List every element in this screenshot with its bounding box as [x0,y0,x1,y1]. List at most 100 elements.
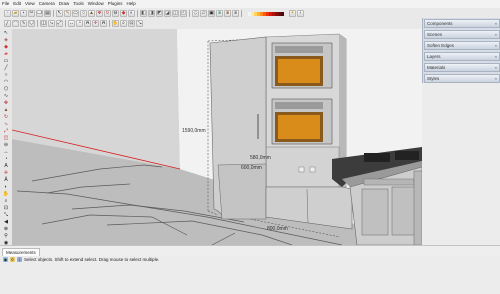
line-icon[interactable]: ╱ [4,20,11,27]
arc-icon[interactable]: ◠ [12,20,19,27]
tray-styles[interactable]: Styles « [424,74,500,83]
paint-bucket-icon[interactable]: ◆ [120,10,127,17]
tape-measure-icon[interactable]: ⊖ [2,142,11,148]
info-icon[interactable]: i [17,257,22,262]
protractor-icon[interactable]: ◔ [76,20,83,27]
menu-help[interactable]: Help [125,0,138,8]
pan-icon[interactable]: ✋ [112,20,119,27]
zoom-icon[interactable]: ⌕ [120,20,127,27]
orbit-icon[interactable]: ◐ [128,10,135,17]
arrow-cursor-icon[interactable]: ↖ [56,10,63,17]
scale-icon[interactable]: ⤢ [56,20,63,27]
push-pull-icon[interactable]: ▲ [2,107,11,113]
zoom-extents-icon[interactable]: ⤡ [2,212,11,218]
save-icon[interactable]: ▪ [20,10,27,17]
menu-file[interactable]: File [0,0,11,8]
tray-scenes[interactable]: Scenes « [424,30,500,39]
tray-label: Soften Edges [427,43,455,48]
3d-text-icon[interactable]: Ā [2,177,11,183]
move-icon[interactable]: ✥ [2,100,11,106]
circle-icon[interactable]: ○ [2,72,11,78]
menu-tools[interactable]: Tools [71,0,86,8]
dimension-icon[interactable]: ↔ [68,20,75,27]
shaded-icon[interactable]: ■ [216,10,223,17]
zoom-window-icon[interactable]: ⊡ [2,205,11,211]
shadow-time-slider[interactable] [248,11,284,16]
wireframe-icon[interactable]: ▱ [200,10,207,17]
xray-icon[interactable]: ◇ [192,10,199,17]
open-folder-icon[interactable]: ▰ [12,10,19,17]
cut-icon[interactable]: ✂ [28,10,35,17]
rectangle-icon[interactable]: ▭ [72,10,79,17]
top-view-icon[interactable]: ◨ [148,10,155,17]
left-view-icon[interactable]: ◰ [180,10,187,17]
offset-icon[interactable]: ◫ [40,20,47,27]
freehand-icon[interactable]: ∿ [20,20,27,27]
credits-icon[interactable]: © [10,257,15,262]
freehand-icon[interactable]: ∿ [2,93,11,99]
arrow-cursor-icon[interactable]: ↖ [2,30,11,36]
zoom-icon[interactable]: ⌕ [2,198,11,204]
front-view-icon[interactable]: ◩ [156,10,163,17]
push-pull-icon[interactable]: ▲ [88,10,95,17]
rotate-icon[interactable]: ↻ [104,10,111,17]
textured-icon[interactable]: ■ [224,10,231,17]
right-view-icon[interactable]: ◪ [164,10,171,17]
follow-me-icon[interactable]: ⤷ [48,20,55,27]
scale-icon[interactable]: ⤢ [2,128,11,134]
axes-icon[interactable]: ✛ [92,20,99,27]
circle-icon[interactable]: ○ [80,10,87,17]
3d-text-icon[interactable]: Ā [100,20,107,27]
tray-soften-edges[interactable]: Soften Edges « [424,41,500,50]
tray-materials[interactable]: Materials « [424,63,500,72]
paste-icon[interactable]: ▤ [44,10,51,17]
paint-bucket-icon[interactable]: ◆ [2,44,11,50]
menu-camera[interactable]: Camera [37,0,57,8]
menu-edit[interactable]: Edit [11,0,23,8]
polygon-icon[interactable]: ⬡ [28,20,35,27]
back-view-icon[interactable]: ◫ [172,10,179,17]
hidden-line-icon[interactable]: ▣ [208,10,215,17]
text-icon[interactable]: A [2,163,11,169]
text-icon[interactable]: A [84,20,91,27]
pencil-icon[interactable]: ✎ [64,10,71,17]
tape-measure-icon[interactable]: ⊖ [112,10,119,17]
line-icon[interactable]: ╱ [2,65,11,71]
zoom-extents-icon[interactable]: ⤡ [136,20,143,27]
pan-icon[interactable]: ✋ [2,191,11,197]
position-camera-icon[interactable]: ⊕ [2,226,11,232]
follow-me-icon[interactable]: ⤷ [2,121,11,127]
offset-icon[interactable]: ◫ [2,135,11,141]
orbit-icon[interactable]: ◐ [2,184,11,190]
menu-draw[interactable]: Draw [57,0,72,8]
component-icon[interactable]: ◈ [2,37,11,43]
previous-view-icon[interactable]: ◀ [2,219,11,225]
eraser-icon[interactable]: ▰ [2,51,11,57]
toolbar-row-2: ╱ ◠ ∿ ⬡ ◫ ⤷ ⤢ ↔ ◔ A ✛ Ā ✋ ⌕ ⊡ ⤡ [4,19,143,28]
polygon-icon[interactable]: ⬡ [2,86,11,92]
menu-plugins[interactable]: Plugins [106,0,125,8]
move-icon[interactable]: ✥ [96,10,103,17]
toolbar-row-1: ▫ ▰ ▪ ✂ ❐ ▤ ↖ ✎ ▭ ○ ▲ ✥ ↻ ⊖ ◆ ◐ ◧ ◨ ◩ ◪ … [4,9,304,18]
walk-icon[interactable]: ⚲ [2,233,11,239]
geo-location-icon[interactable]: ◉ [3,257,8,262]
dimension-icon[interactable]: ↔ [2,149,11,155]
monochrome-icon[interactable]: ■ [232,10,239,17]
iso-view-icon[interactable]: ◧ [140,10,147,17]
model-viewport[interactable]: 1590,0mm 580,0mm 600,0mm 800,0mm [12,29,422,245]
rotate-icon[interactable]: ↻ [2,114,11,120]
tray-layers[interactable]: Layers « [424,52,500,61]
sun-icon[interactable]: ☀ [289,10,296,17]
copy-icon[interactable]: ❐ [36,10,43,17]
menu-view[interactable]: View [23,0,37,8]
axes-icon[interactable]: ✛ [2,170,11,176]
arc-icon[interactable]: ◠ [2,79,11,85]
zoom-window-icon[interactable]: ⊡ [128,20,135,27]
chevron-right-icon[interactable]: › [297,10,304,17]
protractor-icon[interactable]: ◔ [2,156,11,162]
tray-components[interactable]: Components « [424,19,500,28]
menu-window[interactable]: Window [86,0,106,8]
new-file-icon[interactable]: ▫ [4,10,11,17]
rectangle-icon[interactable]: ▭ [2,58,11,64]
tray-label: Layers [427,54,441,59]
